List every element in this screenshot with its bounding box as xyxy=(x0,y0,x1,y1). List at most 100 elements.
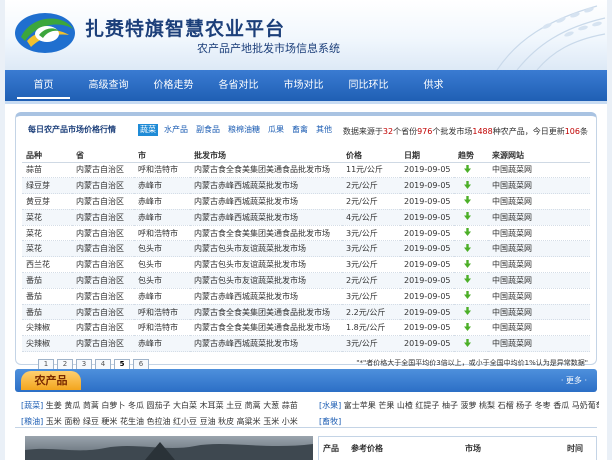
table-row[interactable]: 番茄 内蒙古自治区 赤峰市 内蒙古赤峰西城蔬菜批发市场 3元/公斤 2019-09-05 中… xyxy=(22,288,590,305)
source-cell[interactable]: 中国蔬菜网 xyxy=(488,240,590,258)
table-row[interactable]: 蒜苗 内蒙古自治区 呼和浩特市 内蒙古食全食美集团美通食品批发市场 11元/公斤 2019… xyxy=(22,162,590,179)
nav-item-province-compare[interactable]: 各省对比 xyxy=(206,69,271,103)
mini-column-header: 市场 xyxy=(465,444,481,453)
province-cell: 内蒙古自治区 xyxy=(72,304,134,321)
livestock-tag[interactable]: [畜牧] xyxy=(319,417,341,426)
variety-cell: 黄豆芽 xyxy=(22,193,72,210)
down-arrow-icon xyxy=(464,212,471,222)
nav-item-market-compare[interactable]: 市场对比 xyxy=(271,69,336,103)
mini-column-header: 产品 xyxy=(323,444,339,453)
date-cell: 2019-09-05 xyxy=(400,225,454,242)
table-row[interactable]: 菜花 内蒙古自治区 包头市 内蒙古包头市友谊蔬菜批发市场 3元/公斤 2019-09-05… xyxy=(22,240,590,258)
city-cell: 赤峰市 xyxy=(134,177,190,195)
city-cell: 赤峰市 xyxy=(134,288,190,305)
market-cell: 内蒙古食全食美集团美通食品批发市场 xyxy=(190,225,342,242)
trend-cell xyxy=(454,209,488,226)
province-cell: 内蒙古自治区 xyxy=(72,240,134,258)
page-frame: 扎赉特旗智慧农业平台 农产品产地批发市场信息系统 首页 高级查询 价格走势 各省… xyxy=(5,0,607,460)
source-cell[interactable]: 中国蔬菜网 xyxy=(488,288,590,305)
source-cell[interactable]: 中国蔬菜网 xyxy=(488,319,590,337)
category-link-fruit[interactable]: 瓜果 xyxy=(266,124,286,136)
product-count: 1488 xyxy=(472,127,493,136)
trend-cell xyxy=(454,256,488,274)
source-cell[interactable]: 中国蔬菜网 xyxy=(488,177,590,195)
nav-item-home[interactable]: 首页 xyxy=(11,69,76,103)
table-row[interactable]: 黄豆芽 内蒙古自治区 赤峰市 内蒙古赤峰西城蔬菜批发市场 2元/公斤 2019-09-05… xyxy=(22,193,590,210)
category-link-nonstaple[interactable]: 副食品 xyxy=(194,124,222,136)
variety-cell: 番茄 xyxy=(22,304,72,321)
table-row[interactable]: 番茄 内蒙古自治区 包头市 内蒙古包头市友谊蔬菜批发市场 2元/公斤 2019-09-05… xyxy=(22,272,590,289)
trend-cell xyxy=(454,177,488,195)
updated-count: 106 xyxy=(564,127,580,136)
province-cell: 内蒙古自治区 xyxy=(72,256,134,274)
farm-products-band: 农产品 · 更多 · xyxy=(15,369,597,392)
site-subtitle: 农产品产地批发市场信息系统 xyxy=(197,42,340,55)
market-cell: 内蒙古赤峰西城蔬菜批发市场 xyxy=(190,209,342,226)
city-cell: 呼和浩特市 xyxy=(134,225,190,242)
source-cell[interactable]: 中国蔬菜网 xyxy=(488,304,590,321)
mini-column-header: 时间 xyxy=(567,444,583,453)
table-row[interactable]: 绿豆芽 内蒙古自治区 赤峰市 内蒙古赤峰西城蔬菜批发市场 2元/公斤 2019-09-05… xyxy=(22,177,590,195)
vegetable-list[interactable]: 生姜 黄瓜 茼蒿 白萝卜 冬瓜 圆茄子 大白菜 木耳菜 土豆 茼蒿 大葱 蒜苗 xyxy=(43,401,298,410)
table-row[interactable]: 尖辣椒 内蒙古自治区 赤峰市 内蒙古赤峰西城蔬菜批发市场 3元/公斤 2019-09-05… xyxy=(22,335,590,353)
nav-item-price-trend[interactable]: 价格走势 xyxy=(141,69,206,103)
city-cell: 呼和浩特市 xyxy=(134,319,190,337)
nav-item-supply-demand[interactable]: 供求 xyxy=(401,69,466,103)
category-link-other[interactable]: 其他 xyxy=(314,124,334,136)
grain-tag[interactable]: [粮油] xyxy=(21,417,43,426)
province-cell: 内蒙古自治区 xyxy=(72,209,134,226)
data-source-stats: 数据来源于32个省份976个批发市场1488种农产品，今日更新106条 xyxy=(342,127,588,136)
variety-cell: 番茄 xyxy=(22,288,72,305)
table-row[interactable]: 番茄 内蒙古自治区 呼和浩特市 内蒙古食全食美集团美通食品批发市场 2.2元/公斤 201… xyxy=(22,304,590,321)
variety-cell: 菜花 xyxy=(22,209,72,226)
market-cell: 内蒙古食全食美集团美通食品批发市场 xyxy=(190,319,342,337)
source-cell[interactable]: 中国蔬菜网 xyxy=(488,335,590,353)
city-cell: 包头市 xyxy=(134,256,190,274)
farm-products-tab[interactable]: 农产品 xyxy=(21,371,81,390)
vegetable-links-row: [蔬菜] 生姜 黄瓜 茼蒿 白萝卜 冬瓜 圆茄子 大白菜 木耳菜 土豆 茼蒿 大… xyxy=(21,400,311,411)
vegetable-tag[interactable]: [蔬菜] xyxy=(21,401,43,410)
price-panel: 每日农产品市场价格行情 蔬菜 水产品 副食品 粮棉油糖 瓜果 畜禽 其他 数据来… xyxy=(15,112,597,370)
livestock-links-row: [畜牧] xyxy=(319,416,599,427)
table-row[interactable]: 菜花 内蒙古自治区 呼和浩特市 内蒙古食全食美集团美通食品批发市场 3元/公斤 2019-… xyxy=(22,225,590,242)
date-cell: 2019-09-05 xyxy=(400,177,454,195)
table-row[interactable]: 尖辣椒 内蒙古自治区 呼和浩特市 内蒙古食全食美集团美通食品批发市场 1.8元/公斤 20… xyxy=(22,319,590,337)
source-cell[interactable]: 中国蔬菜网 xyxy=(488,272,590,289)
source-cell[interactable]: 中国蔬菜网 xyxy=(488,256,590,274)
market-cell: 内蒙古食全食美集团美通食品批发市场 xyxy=(190,304,342,321)
leaf-logo-icon xyxy=(15,13,75,53)
source-cell[interactable]: 中国蔬菜网 xyxy=(488,209,590,226)
source-cell[interactable]: 中国蔬菜网 xyxy=(488,162,590,179)
market-cell: 内蒙古包头市友谊蔬菜批发市场 xyxy=(190,256,342,274)
column-header: 来源网站 xyxy=(488,149,590,163)
fruit-list[interactable]: 富士苹果 芒果 山楂 红提子 柚子 菠萝 桃梨 石榴 杨子 冬枣 香瓜 马奶葡萄 xyxy=(341,401,599,410)
fruit-tag[interactable]: [水果] xyxy=(319,401,341,410)
variety-cell: 尖辣椒 xyxy=(22,319,72,337)
province-cell: 内蒙古自治区 xyxy=(72,288,134,305)
source-cell[interactable]: 中国蔬菜网 xyxy=(488,193,590,210)
market-cell: 内蒙古赤峰西城蔬菜批发市场 xyxy=(190,193,342,210)
table-row[interactable]: 菜花 内蒙古自治区 赤峰市 内蒙古赤峰西城蔬菜批发市场 4元/公斤 2019-09-05 中… xyxy=(22,209,590,226)
trend-cell xyxy=(454,225,488,242)
down-arrow-icon xyxy=(464,196,471,206)
price-cell: 3元/公斤 xyxy=(342,240,400,258)
date-cell: 2019-09-05 xyxy=(400,304,454,321)
market-count: 976 xyxy=(417,127,433,136)
down-arrow-icon xyxy=(464,180,471,191)
category-link-aquatic[interactable]: 水产品 xyxy=(162,124,190,136)
nav-item-yoy-mom[interactable]: 同比环比 xyxy=(336,69,401,103)
down-arrow-icon xyxy=(464,228,471,238)
site-header: 扎赉特旗智慧农业平台 农产品产地批发市场信息系统 xyxy=(5,0,607,70)
variety-cell: 西兰花 xyxy=(22,256,72,274)
category-link-livestock[interactable]: 畜禽 xyxy=(290,124,310,136)
grain-list[interactable]: 玉米 面粉 绿豆 粳米 花生油 色拉油 红小豆 豆油 秋皮 高粱米 玉米 小米 xyxy=(43,417,298,426)
trend-cell xyxy=(454,304,488,321)
source-cell[interactable]: 中国蔬菜网 xyxy=(488,225,590,242)
date-cell: 2019-09-05 xyxy=(400,288,454,305)
category-links: 蔬菜 水产品 副食品 粮棉油糖 瓜果 畜禽 其他 xyxy=(138,124,334,136)
category-link-vegetables[interactable]: 蔬菜 xyxy=(138,124,158,136)
table-row[interactable]: 西兰花 内蒙古自治区 包头市 内蒙古包头市友谊蔬菜批发市场 3元/公斤 2019-09-0… xyxy=(22,256,590,274)
category-link-grain-oil[interactable]: 粮棉油糖 xyxy=(226,124,262,136)
more-link[interactable]: · 更多 · xyxy=(561,375,587,386)
nav-item-advanced-search[interactable]: 高级查询 xyxy=(76,69,141,103)
